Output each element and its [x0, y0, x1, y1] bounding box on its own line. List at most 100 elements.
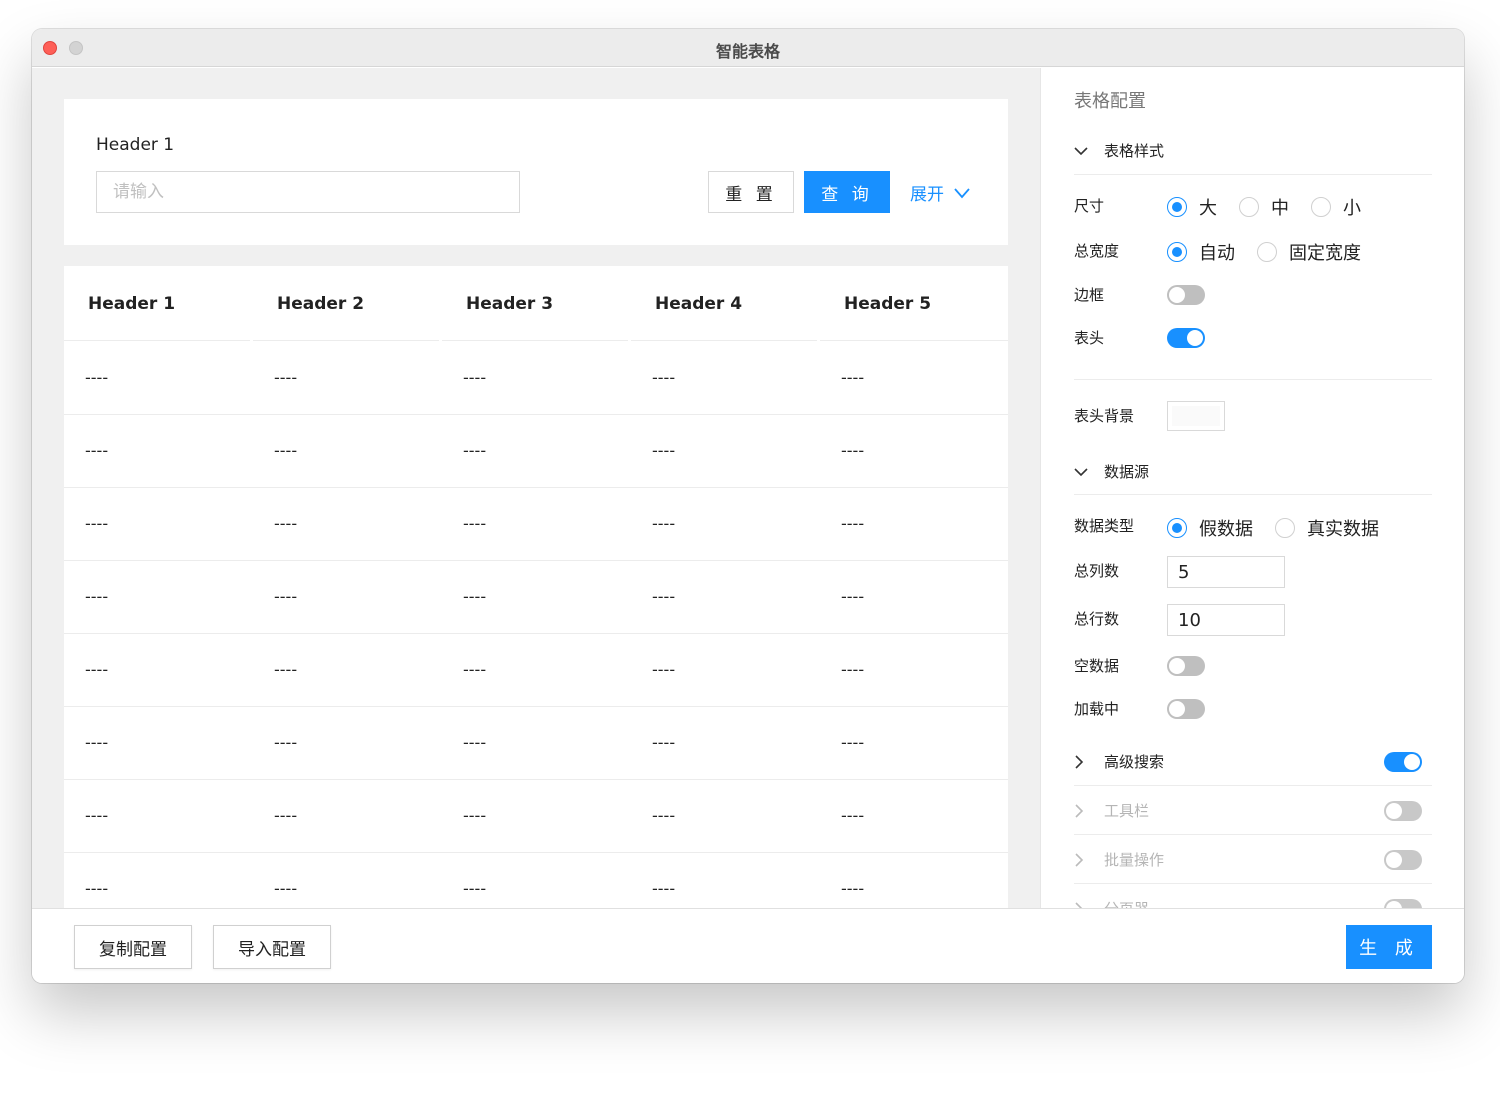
radio-circle	[1257, 242, 1277, 262]
loading-switch[interactable]	[1167, 699, 1205, 719]
feature-label: 高级搜索	[1074, 751, 1164, 772]
data-table: Header 1 Header 2 Header 3 Header 4 Head…	[64, 266, 1008, 908]
chevron-right-icon	[1075, 852, 1084, 867]
table-cell: ----	[841, 587, 865, 606]
width-label: 总宽度	[1074, 242, 1120, 260]
border-switch[interactable]	[1167, 285, 1205, 305]
radio-circle	[1239, 197, 1259, 217]
column-header[interactable]: Header 5	[820, 266, 1008, 341]
data-type-radio-fake[interactable]: 假数据	[1167, 515, 1253, 541]
radio-label: 小	[1343, 198, 1361, 219]
pagination-switch[interactable]	[1384, 899, 1422, 908]
size-radio-small[interactable]: 小	[1311, 194, 1361, 220]
window-title: 智能表格	[715, 42, 780, 61]
feature-label-text: 批量操作	[1104, 851, 1165, 869]
feature-batch-ops[interactable]: 批量操作	[1074, 835, 1432, 884]
table-cell: ----	[274, 514, 298, 533]
table-row: ---- ---- ---- ---- ----	[64, 561, 1008, 634]
toolbar-switch[interactable]	[1384, 801, 1422, 821]
main-area: Header 1 重 置 查 询 展开 Header 1 Header 2 He…	[32, 68, 1040, 908]
size-radio-large[interactable]: 大	[1167, 194, 1217, 220]
columns-input[interactable]	[1167, 556, 1285, 588]
feature-label-text: 高级搜索	[1104, 753, 1165, 771]
table-row: ---- ---- ---- ---- ----	[64, 780, 1008, 853]
table-cell: ----	[652, 733, 676, 752]
table-cell: ----	[274, 441, 298, 460]
data-type-label: 数据类型	[1074, 517, 1135, 535]
table-cell: ----	[652, 879, 676, 898]
title-bar: 智能表格	[32, 29, 1464, 67]
radio-label: 自动	[1199, 243, 1235, 264]
radio-circle	[1275, 518, 1295, 538]
header-label: 表头	[1074, 329, 1105, 347]
size-label: 尺寸	[1074, 197, 1105, 215]
table-header: Header 1 Header 2 Header 3 Header 4 Head…	[64, 266, 1008, 341]
reset-button[interactable]: 重 置	[708, 171, 794, 213]
rows-input[interactable]	[1167, 604, 1285, 636]
chevron-down-icon	[954, 187, 970, 198]
table-cell: ----	[841, 733, 865, 752]
empty-data-switch[interactable]	[1167, 656, 1205, 676]
table-cell: ----	[463, 441, 487, 460]
header-bg-color-picker[interactable]	[1167, 401, 1225, 431]
divider	[1074, 174, 1432, 175]
feature-pagination[interactable]: 分页器	[1074, 884, 1432, 908]
table-cell: ----	[841, 441, 865, 460]
table-cell: ----	[841, 660, 865, 679]
footer-bar: 复制配置 导入配置 生 成	[32, 908, 1464, 983]
section-data-source[interactable]: 数据源	[1074, 461, 1149, 482]
generate-button[interactable]: 生 成	[1346, 925, 1432, 969]
size-radio-group: 大 中 小	[1167, 194, 1383, 220]
column-header[interactable]: Header 2	[253, 266, 439, 341]
columns-label: 总列数	[1074, 562, 1120, 580]
panel-title: 表格配置	[1074, 91, 1146, 112]
table-cell: ----	[274, 587, 298, 606]
import-config-button[interactable]: 导入配置	[213, 925, 331, 969]
chevron-down-icon	[1074, 146, 1088, 155]
feature-label-text: 分页器	[1104, 898, 1149, 908]
search-field-label: Header 1	[96, 135, 175, 155]
table-cell: ----	[274, 733, 298, 752]
data-type-radio-real[interactable]: 真实数据	[1275, 515, 1379, 541]
search-input[interactable]	[96, 171, 520, 213]
header-switch[interactable]	[1167, 328, 1205, 348]
table-cell: ----	[841, 879, 865, 898]
width-radio-auto[interactable]: 自动	[1167, 239, 1235, 265]
table-cell: ----	[652, 514, 676, 533]
table-cell: ----	[85, 441, 109, 460]
query-button[interactable]: 查 询	[804, 171, 890, 213]
radio-circle	[1311, 197, 1331, 217]
batch-ops-switch[interactable]	[1384, 850, 1422, 870]
table-cell: ----	[274, 879, 298, 898]
column-header[interactable]: Header 4	[631, 266, 817, 341]
table-cell: ----	[463, 806, 487, 825]
table-cell: ----	[463, 879, 487, 898]
table-cell: ----	[463, 733, 487, 752]
radio-label: 假数据	[1199, 519, 1253, 540]
column-header[interactable]: Header 3	[442, 266, 628, 341]
table-row: ---- ---- ---- ---- ----	[64, 488, 1008, 561]
expand-toggle[interactable]: 展开	[910, 180, 970, 205]
column-header[interactable]: Header 1	[64, 266, 250, 341]
copy-config-button[interactable]: 复制配置	[74, 925, 192, 969]
table-row: ---- ---- ---- ---- ----	[64, 342, 1008, 415]
search-form: Header 1 重 置 查 询 展开	[64, 99, 1008, 245]
empty-data-label: 空数据	[1074, 657, 1120, 675]
size-radio-medium[interactable]: 中	[1239, 194, 1289, 220]
table-cell: ----	[463, 587, 487, 606]
radio-label: 中	[1271, 198, 1289, 219]
feature-toolbar[interactable]: 工具栏	[1074, 786, 1432, 835]
section-table-style[interactable]: 表格样式	[1074, 140, 1164, 161]
radio-circle	[1167, 242, 1187, 262]
table-row: ---- ---- ---- ---- ----	[64, 853, 1008, 908]
table-row: ---- ---- ---- ---- ----	[64, 415, 1008, 488]
advanced-search-switch[interactable]	[1384, 752, 1422, 772]
feature-label-text: 工具栏	[1104, 802, 1150, 820]
chevron-right-icon	[1075, 803, 1084, 818]
table-cell: ----	[85, 879, 109, 898]
feature-advanced-search[interactable]: 高级搜索	[1074, 737, 1432, 786]
radio-label: 固定宽度	[1289, 243, 1361, 264]
width-radio-fixed[interactable]: 固定宽度	[1257, 239, 1361, 265]
section-title: 表格样式	[1104, 142, 1165, 160]
radio-label: 真实数据	[1307, 519, 1379, 540]
